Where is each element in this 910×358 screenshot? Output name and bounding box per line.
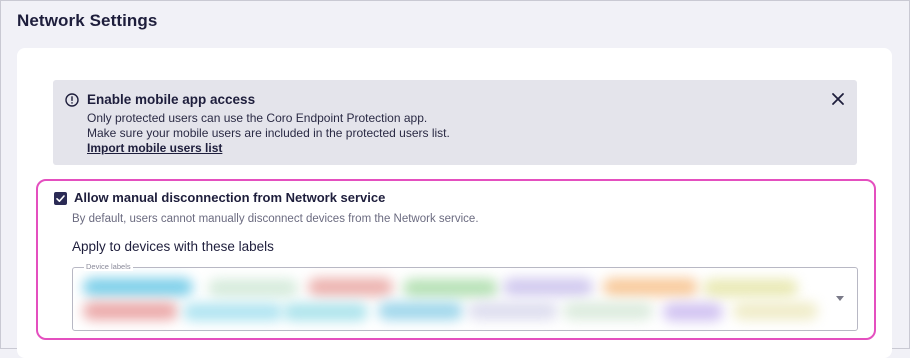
device-label-chip [83,278,193,296]
banner-line-1: Only protected users can use the Coro En… [87,111,428,125]
device-label-chip [563,302,653,320]
manual-disconnection-label[interactable]: Allow manual disconnection from Network … [74,190,385,205]
device-labels-legend: Device labels [84,262,133,271]
apply-to-devices-label: Apply to devices with these labels [72,239,274,254]
device-label-chip [733,302,818,320]
device-label-chip [308,278,393,296]
device-label-chip [403,279,498,297]
checkmark-icon [56,195,65,202]
chevron-down-icon[interactable] [836,296,844,301]
device-label-chip [378,302,463,320]
device-label-chip [603,278,698,296]
manual-disconnection-checkbox[interactable] [54,192,67,205]
page-title: Network Settings [17,11,158,30]
import-mobile-users-link[interactable]: Import mobile users list [87,141,222,155]
device-label-chip [283,303,368,321]
manual-disconnection-description: By default, users cannot manually discon… [72,213,479,225]
banner-title: Enable mobile app access [87,92,256,107]
info-icon [65,93,79,107]
close-icon[interactable] [831,92,845,106]
device-label-chip [663,303,723,321]
device-label-chip [468,302,558,320]
device-label-chip [183,303,283,321]
device-label-chip [503,278,593,296]
device-label-chip [703,279,798,297]
mobile-access-banner: Enable mobile app access Only protected … [53,80,857,165]
device-label-chips [73,268,833,332]
banner-line-2: Make sure your mobile users are included… [87,126,450,140]
device-label-chip [208,279,298,297]
device-labels-input[interactable] [72,267,858,331]
device-label-chip [83,302,178,320]
